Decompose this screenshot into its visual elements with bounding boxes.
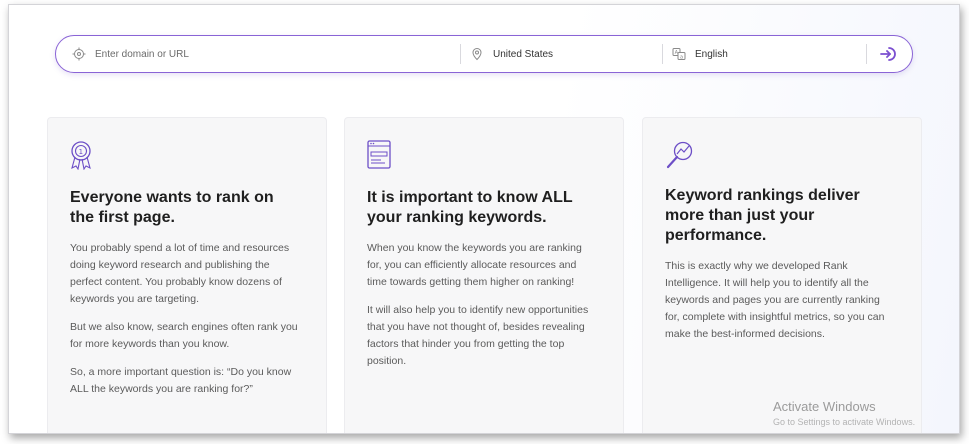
card-title: Keyword rankings deliver more than just … (665, 187, 860, 244)
domain-segment[interactable]: Enter domain or URL (72, 36, 452, 72)
feature-card: It is important to know ALL your ranking… (344, 117, 624, 433)
location-pin-icon (470, 47, 484, 61)
divider (460, 44, 461, 64)
domain-input[interactable]: Enter domain or URL (95, 49, 189, 60)
translate-icon: Aa (672, 47, 686, 61)
card-title: Everyone wants to rank on the first page… (70, 189, 274, 226)
magnifier-chart-icon (665, 140, 693, 170)
activate-windows-title: Activate Windows (773, 399, 876, 414)
activate-windows-subtitle: Go to Settings to activate Windows. (773, 417, 916, 427)
svg-text:a: a (680, 54, 683, 60)
divider (866, 44, 867, 64)
svg-text:A: A (675, 50, 679, 56)
card-body: When you know the keywords you are ranki… (367, 240, 599, 381)
app-window: Enter domain or URL United States Aa Eng… (8, 4, 960, 434)
card-paragraph: So, a more important question is: “Do yo… (70, 366, 292, 395)
crosshair-icon (72, 47, 86, 61)
card-title: It is important to know ALL your ranking… (367, 189, 573, 226)
card-paragraph: But we also know, search engines often r… (70, 321, 298, 350)
feature-card: Keyword rankings deliver more than just … (642, 117, 922, 433)
language-select[interactable]: Aa English (672, 36, 862, 72)
browser-window-icon (367, 140, 393, 170)
submit-button[interactable] (878, 44, 898, 64)
feature-card: 1 Everyone wants to rank on the first pa… (47, 117, 327, 433)
card-paragraph: This is exactly why we developed Rank In… (665, 260, 885, 340)
card-paragraph: When you know the keywords you are ranki… (367, 242, 582, 288)
language-value: English (695, 48, 728, 60)
card-paragraph: It will also help you to identify new op… (367, 304, 589, 367)
search-bar: Enter domain or URL United States Aa Eng… (55, 35, 913, 73)
award-ribbon-icon: 1 (70, 140, 96, 171)
card-paragraph: You probably spend a lot of time and res… (70, 242, 290, 305)
divider (662, 44, 663, 64)
card-body: You probably spend a lot of time and res… (70, 240, 302, 409)
svg-text:1: 1 (79, 148, 83, 156)
country-select[interactable]: United States (470, 36, 660, 72)
country-value: United States (493, 48, 554, 60)
sign-in-arrow-icon (880, 47, 896, 61)
card-body: This is exactly why we developed Rank In… (665, 258, 897, 354)
